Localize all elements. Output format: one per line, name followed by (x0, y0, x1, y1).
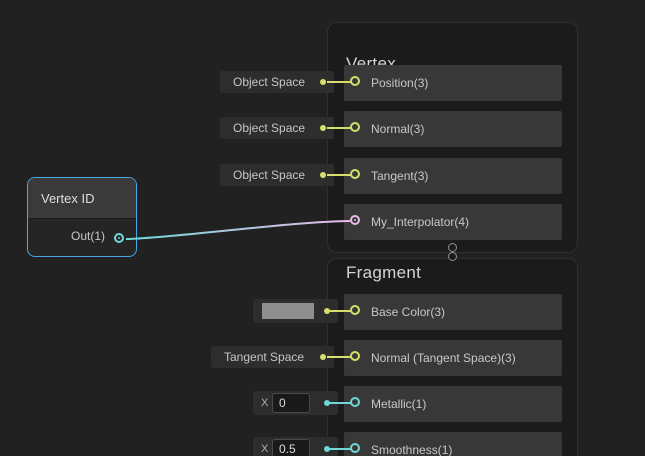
block-node-position[interactable]: Position(3) (344, 65, 562, 101)
vertex-id-node-title[interactable]: Vertex ID (28, 178, 136, 219)
port-stub (327, 356, 351, 358)
smoothness-input-port[interactable] (350, 443, 360, 453)
widget-port-dot (320, 125, 326, 131)
block-node-metallic[interactable]: Metallic(1) (344, 386, 562, 422)
context-connector-dot-bottom (448, 252, 457, 261)
block-node-label: Normal (Tangent Space)(3) (371, 351, 516, 365)
position-space-dropdown[interactable]: Object Space (220, 71, 334, 93)
normal-tangent-space-input-port[interactable] (350, 351, 360, 361)
port-stub (327, 174, 351, 176)
normal-space-dropdown[interactable]: Object Space (220, 117, 334, 139)
tangent-input-port[interactable] (350, 169, 360, 179)
color-swatch[interactable] (262, 303, 314, 319)
widget-port-dot (320, 79, 326, 85)
widget-port-dot (320, 354, 326, 360)
fragment-context-block[interactable]: Fragment Base Color(3) Normal (Tangent S… (327, 258, 578, 456)
my-interpolator-input-port[interactable] (350, 215, 360, 225)
space-dropdown-label: Object Space (233, 75, 305, 89)
block-node-normal[interactable]: Normal(3) (344, 111, 562, 147)
base-color-input-port[interactable] (350, 305, 360, 315)
space-dropdown-label: Object Space (233, 121, 305, 135)
port-stub (327, 310, 351, 312)
block-node-tangent[interactable]: Tangent(3) (344, 158, 562, 194)
block-node-label: Smoothness(1) (371, 443, 452, 456)
shader-graph-canvas[interactable]: Vertex Position(3) Normal(3) Tangent(3) … (0, 0, 645, 456)
vertex-context-block[interactable]: Vertex Position(3) Normal(3) Tangent(3) … (327, 22, 578, 253)
port-stub (327, 127, 351, 129)
block-node-label: Base Color(3) (371, 305, 445, 319)
out-port-label: Out(1) (71, 228, 105, 244)
port-stub (327, 402, 351, 404)
tangent-space-dropdown[interactable]: Object Space (220, 164, 334, 186)
base-color-picker[interactable] (253, 299, 338, 323)
axis-label: X (261, 391, 268, 415)
normal-input-port[interactable] (350, 122, 360, 132)
metallic-value-widget: X 0 (253, 391, 338, 415)
context-connector-dot-top (448, 243, 457, 252)
metallic-input-port[interactable] (350, 397, 360, 407)
block-node-label: Metallic(1) (371, 397, 426, 411)
space-dropdown-label: Tangent Space (224, 350, 304, 364)
block-node-label: Position(3) (371, 76, 428, 90)
block-node-normal-tangent-space[interactable]: Normal (Tangent Space)(3) (344, 340, 562, 376)
edge-vertexid-to-interpolator (126, 221, 350, 239)
port-stub (327, 81, 351, 83)
metallic-value-field[interactable]: 0 (272, 393, 310, 413)
block-node-label: Normal(3) (371, 122, 424, 136)
port-stub (327, 448, 351, 450)
position-input-port[interactable] (350, 76, 360, 86)
axis-label: X (261, 437, 268, 456)
out-port[interactable] (114, 233, 124, 243)
space-dropdown-label: Object Space (233, 168, 305, 182)
widget-port-dot (320, 172, 326, 178)
block-node-my-interpolator[interactable]: My_Interpolator(4) (344, 204, 562, 240)
block-node-label: My_Interpolator(4) (371, 215, 469, 229)
block-node-smoothness[interactable]: Smoothness(1) (344, 432, 562, 456)
block-node-base-color[interactable]: Base Color(3) (344, 294, 562, 330)
smoothness-value-field[interactable]: 0.5 (272, 439, 310, 456)
block-node-label: Tangent(3) (371, 169, 428, 183)
fragment-block-title: Fragment (346, 263, 421, 283)
normal-tangent-space-dropdown[interactable]: Tangent Space (211, 346, 334, 368)
vertex-id-node[interactable]: Vertex ID Out(1) (27, 177, 137, 257)
smoothness-value-widget: X 0.5 (253, 437, 338, 456)
